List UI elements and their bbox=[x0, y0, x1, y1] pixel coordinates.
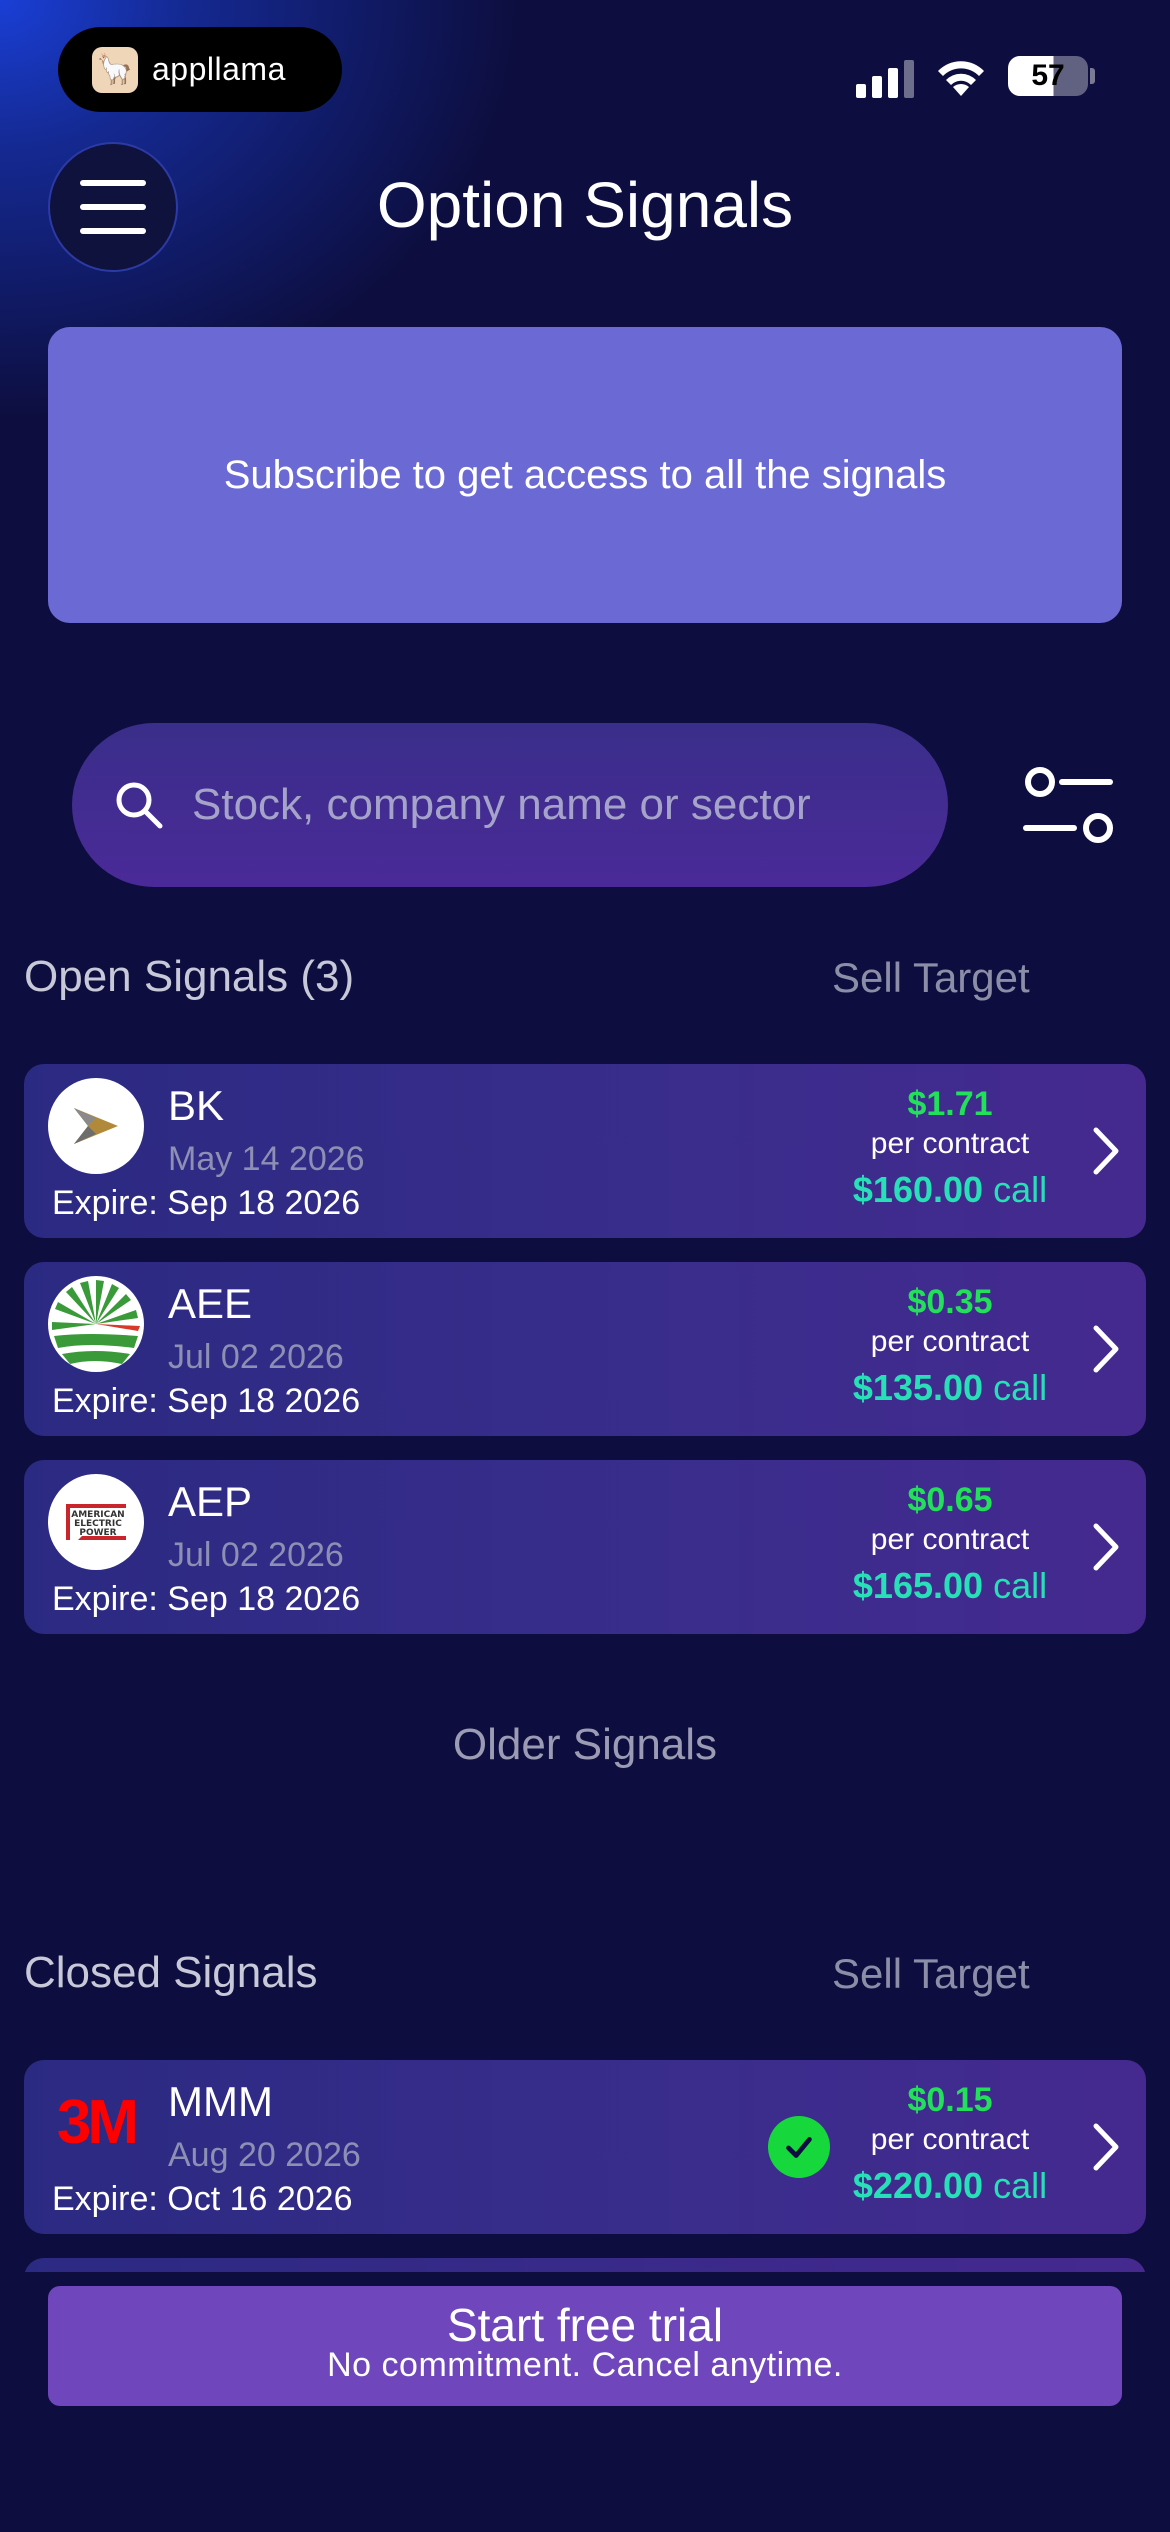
sell-target: $0.15 per contract $220.00 call bbox=[830, 2080, 1070, 2212]
chevron-right-icon bbox=[1093, 1325, 1119, 1373]
expire-date: Expire: Sep 18 2026 bbox=[52, 1382, 361, 1420]
svg-text:POWER: POWER bbox=[79, 1528, 116, 1538]
page-title: Option Signals bbox=[376, 169, 794, 241]
subscribe-banner[interactable]: Subscribe to get access to all the signa… bbox=[48, 327, 1122, 623]
cta-subtitle: No commitment. Cancel anytime. bbox=[327, 2346, 843, 2384]
per-contract-label: per contract bbox=[870, 1127, 1030, 1160]
older-signals-link[interactable]: Older Signals bbox=[0, 1720, 1170, 1770]
open-signals-sell-target-label: Sell Target bbox=[832, 954, 1030, 1001]
sell-target: $0.35 per contract $135.00 call bbox=[830, 1282, 1070, 1414]
strike-price: $160.00 call bbox=[830, 1164, 1070, 1216]
option-type: call bbox=[993, 1565, 1048, 1606]
target-price: $0.35 bbox=[907, 1283, 993, 1321]
expire-date: Expire: Sep 18 2026 bbox=[52, 1580, 361, 1618]
ticker: AEE bbox=[168, 1280, 253, 1327]
signal-card-aep[interactable]: AMERICAN ELECTRIC POWER AEP Jul 02 2026 … bbox=[24, 1460, 1146, 1634]
strike-price: $220.00 call bbox=[830, 2160, 1070, 2212]
battery-icon: 57 bbox=[1008, 56, 1088, 96]
chevron-right-icon bbox=[1093, 2123, 1119, 2171]
target-price: $0.65 bbox=[907, 1481, 993, 1519]
signal-card-aee[interactable]: AEE Jul 02 2026 Expire: Sep 18 2026 $0.3… bbox=[24, 1262, 1146, 1436]
aep-logo: AMERICAN ELECTRIC POWER bbox=[48, 1474, 144, 1570]
ticker: BK bbox=[168, 1082, 225, 1129]
app-badge-label: appllama bbox=[152, 51, 286, 87]
search-icon bbox=[116, 782, 163, 829]
strike-price: $135.00 call bbox=[830, 1362, 1070, 1414]
expire-date: Expire: Oct 16 2026 bbox=[52, 2180, 353, 2218]
expire-date: Expire: Sep 18 2026 bbox=[52, 1184, 361, 1222]
cellular-signal-icon bbox=[856, 58, 916, 98]
signal-date: Jul 02 2026 bbox=[168, 1536, 344, 1574]
start-free-trial-button[interactable]: Start free trial No commitment. Cancel a… bbox=[48, 2286, 1122, 2406]
per-contract-label: per contract bbox=[870, 1325, 1030, 1358]
aee-logo bbox=[48, 1276, 144, 1372]
option-type: call bbox=[993, 2165, 1048, 2206]
llama-icon: 🦙 bbox=[92, 46, 138, 93]
strike-value: $165.00 bbox=[852, 1565, 984, 1606]
signal-date: Aug 20 2026 bbox=[168, 2136, 361, 2174]
target-price: $0.15 bbox=[907, 2081, 993, 2119]
option-type: call bbox=[993, 1169, 1048, 1210]
per-contract-label: per contract bbox=[870, 1523, 1030, 1556]
3m-logo: 3M bbox=[56, 2087, 139, 2157]
app-badge: 🦙 appllama bbox=[58, 27, 342, 112]
chevron-right-icon bbox=[1093, 1127, 1119, 1175]
chevron-right-icon bbox=[1093, 1523, 1119, 1571]
option-type: call bbox=[993, 1367, 1048, 1408]
strike-price: $165.00 call bbox=[830, 1560, 1070, 1612]
wifi-icon bbox=[938, 61, 984, 96]
filter-icon[interactable] bbox=[1018, 760, 1118, 850]
bk-logo bbox=[48, 1078, 144, 1174]
per-contract-label: per contract bbox=[870, 2123, 1030, 2156]
target-price: $1.71 bbox=[907, 1085, 993, 1123]
ticker: AEP bbox=[168, 1478, 253, 1525]
strike-value: $220.00 bbox=[852, 2165, 984, 2206]
sell-target: $0.65 per contract $165.00 call bbox=[830, 1480, 1070, 1612]
signal-date: May 14 2026 bbox=[168, 1140, 365, 1178]
open-signals-title: Open Signals (3) bbox=[24, 952, 355, 1001]
ticker: MMM bbox=[168, 2078, 273, 2125]
signal-card-bk[interactable]: BK May 14 2026 Expire: Sep 18 2026 $1.71… bbox=[24, 1064, 1146, 1238]
cta-title: Start free trial bbox=[446, 2299, 724, 2351]
closed-signals-title: Closed Signals bbox=[24, 1948, 318, 1997]
battery-cap bbox=[1090, 68, 1095, 84]
signal-date: Jul 02 2026 bbox=[168, 1338, 344, 1376]
search-input[interactable]: Stock, company name or sector bbox=[72, 723, 948, 887]
sell-target: $1.71 per contract $160.00 call bbox=[830, 1084, 1070, 1216]
signal-card-mmm[interactable]: 3M MMM Aug 20 2026 Expire: Oct 16 2026 $… bbox=[24, 2060, 1146, 2234]
search-placeholder: Stock, company name or sector bbox=[192, 780, 811, 829]
check-icon bbox=[768, 2116, 830, 2178]
strike-value: $160.00 bbox=[852, 1169, 984, 1210]
closed-signals-sell-target-label: Sell Target bbox=[832, 1950, 1030, 1997]
strike-value: $135.00 bbox=[852, 1367, 984, 1408]
